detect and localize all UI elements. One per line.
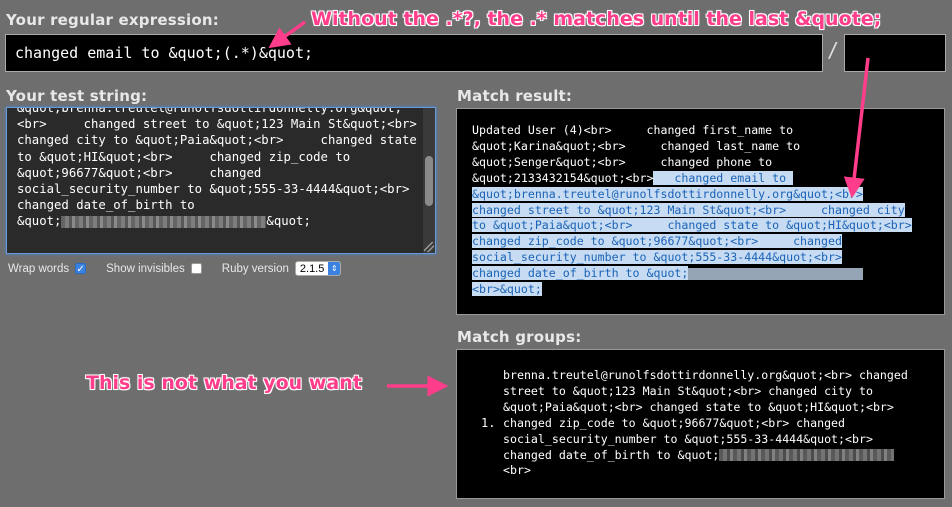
- test-string-scrollbar[interactable]: [423, 108, 435, 253]
- regex-flags-input[interactable]: [844, 34, 946, 72]
- ruby-version-label: Ruby version: [221, 262, 289, 275]
- result-line: &quot;Karina&quot;<br> changed last_name…: [472, 138, 801, 153]
- annotation-top: Without the .*?, the .* matches until th…: [311, 8, 882, 30]
- test-line: changed date_of_birth to: [17, 198, 195, 213]
- ruby-version-select[interactable]: 2.1.5 ⇕: [294, 261, 342, 276]
- test-string-label: Your test string:: [6, 87, 148, 105]
- result-line: &quot;2133432154&quot;<br>: [472, 170, 654, 185]
- redacted-blur: [719, 449, 895, 462]
- group-number: 1.: [481, 416, 496, 430]
- group-line: street to &quot;123 Main St&quot;<br> ch…: [503, 383, 873, 398]
- group-line: changed date_of_birth to &quot;: [503, 447, 720, 462]
- scroll-thumb[interactable]: [425, 156, 433, 206]
- group-line: changed zip_code to &quot;96677&quot;<br…: [503, 415, 846, 430]
- highlighted-match: changed street to &quot;123 Main St&quot…: [472, 202, 905, 217]
- highlighted-match: changed email to: [653, 170, 794, 185]
- test-line: <br> changed street to &quot;123 Main St…: [17, 117, 417, 132]
- result-line: Updated User (4)<br> changed first_name …: [472, 123, 794, 137]
- group-line: social_security_number to &quot;555-33-4…: [503, 431, 873, 446]
- test-line: changed city to &quot;Paia&quot;<br> cha…: [17, 133, 417, 148]
- options-bar: Wrap words ✓ Show invisibles Ruby versio…: [8, 261, 342, 276]
- highlighted-match: changed zip_code to &quot;96677&quot;<br…: [472, 234, 842, 249]
- test-string-content: &quot;brenna.treutel@runolfsdottirdonnel…: [17, 107, 417, 230]
- regex-delimiter: /: [827, 38, 840, 62]
- match-group-content: brenna.treutel@runolfsdottirdonnelly.org…: [503, 368, 908, 479]
- highlighted-match: social_security_number to &quot;555-33-4…: [472, 250, 842, 265]
- group-line: brenna.treutel@runolfsdottirdonnelly.org…: [503, 368, 908, 382]
- match-groups-panel: 1. brenna.treutel@runolfsdottirdonnelly.…: [456, 349, 945, 499]
- redacted-blur: [688, 267, 864, 280]
- show-invisibles-label: Show invisibles: [106, 262, 185, 275]
- regex-input[interactable]: changed email to &quot;(.*)&quot;: [5, 34, 823, 72]
- test-line: social_security_number to &quot;555-33-4…: [17, 182, 410, 197]
- chevron-updown-icon: ⇕: [328, 262, 341, 275]
- group-line: &quot;Paia&quot;<br> changed state to &q…: [503, 399, 894, 414]
- test-string-textarea[interactable]: &quot;brenna.treutel@runolfsdottirdonnel…: [6, 107, 436, 254]
- ruby-version-value: 2.1.5: [299, 262, 325, 275]
- show-invisibles-checkbox[interactable]: [190, 263, 202, 274]
- test-line: &quot;96677&quot;<br> changed: [17, 165, 262, 180]
- match-groups-label: Match groups:: [457, 328, 582, 346]
- match-result-label: Match result:: [457, 87, 573, 105]
- highlighted-match: to &quot;Paia&quot;<br> changed state to…: [472, 218, 912, 233]
- highlighted-match: &quot;brenna.treutel@runolfsdottirdonnel…: [472, 186, 863, 201]
- test-line: &quot;: [17, 214, 62, 229]
- match-result-panel: Updated User (4)<br> changed first_name …: [456, 108, 945, 315]
- highlighted-match: changed date_of_birth to &quot;: [472, 266, 689, 281]
- highlighted-match: <br>&quot;: [472, 282, 542, 297]
- regex-label: Your regular expression:: [6, 11, 219, 29]
- group-line: <br>: [503, 463, 531, 478]
- wrap-words-checkbox[interactable]: ✓: [75, 263, 87, 275]
- wrap-words-label: Wrap words: [8, 262, 70, 275]
- redacted-blur: [61, 215, 267, 228]
- resize-grip-icon[interactable]: [424, 242, 434, 252]
- result-line: &quot;Senger&quot;<br> changed phone to: [472, 154, 773, 169]
- test-line: to &quot;HI&quot;<br> changed zip_code t…: [17, 149, 351, 164]
- test-line: &quot;brenna.treutel@runolfsdottirdonnel…: [17, 107, 402, 115]
- annotation-bottom: This is not what you want: [86, 372, 362, 394]
- test-line: &quot;: [266, 214, 311, 229]
- match-result-content: Updated User (4)<br> changed first_name …: [472, 123, 912, 298]
